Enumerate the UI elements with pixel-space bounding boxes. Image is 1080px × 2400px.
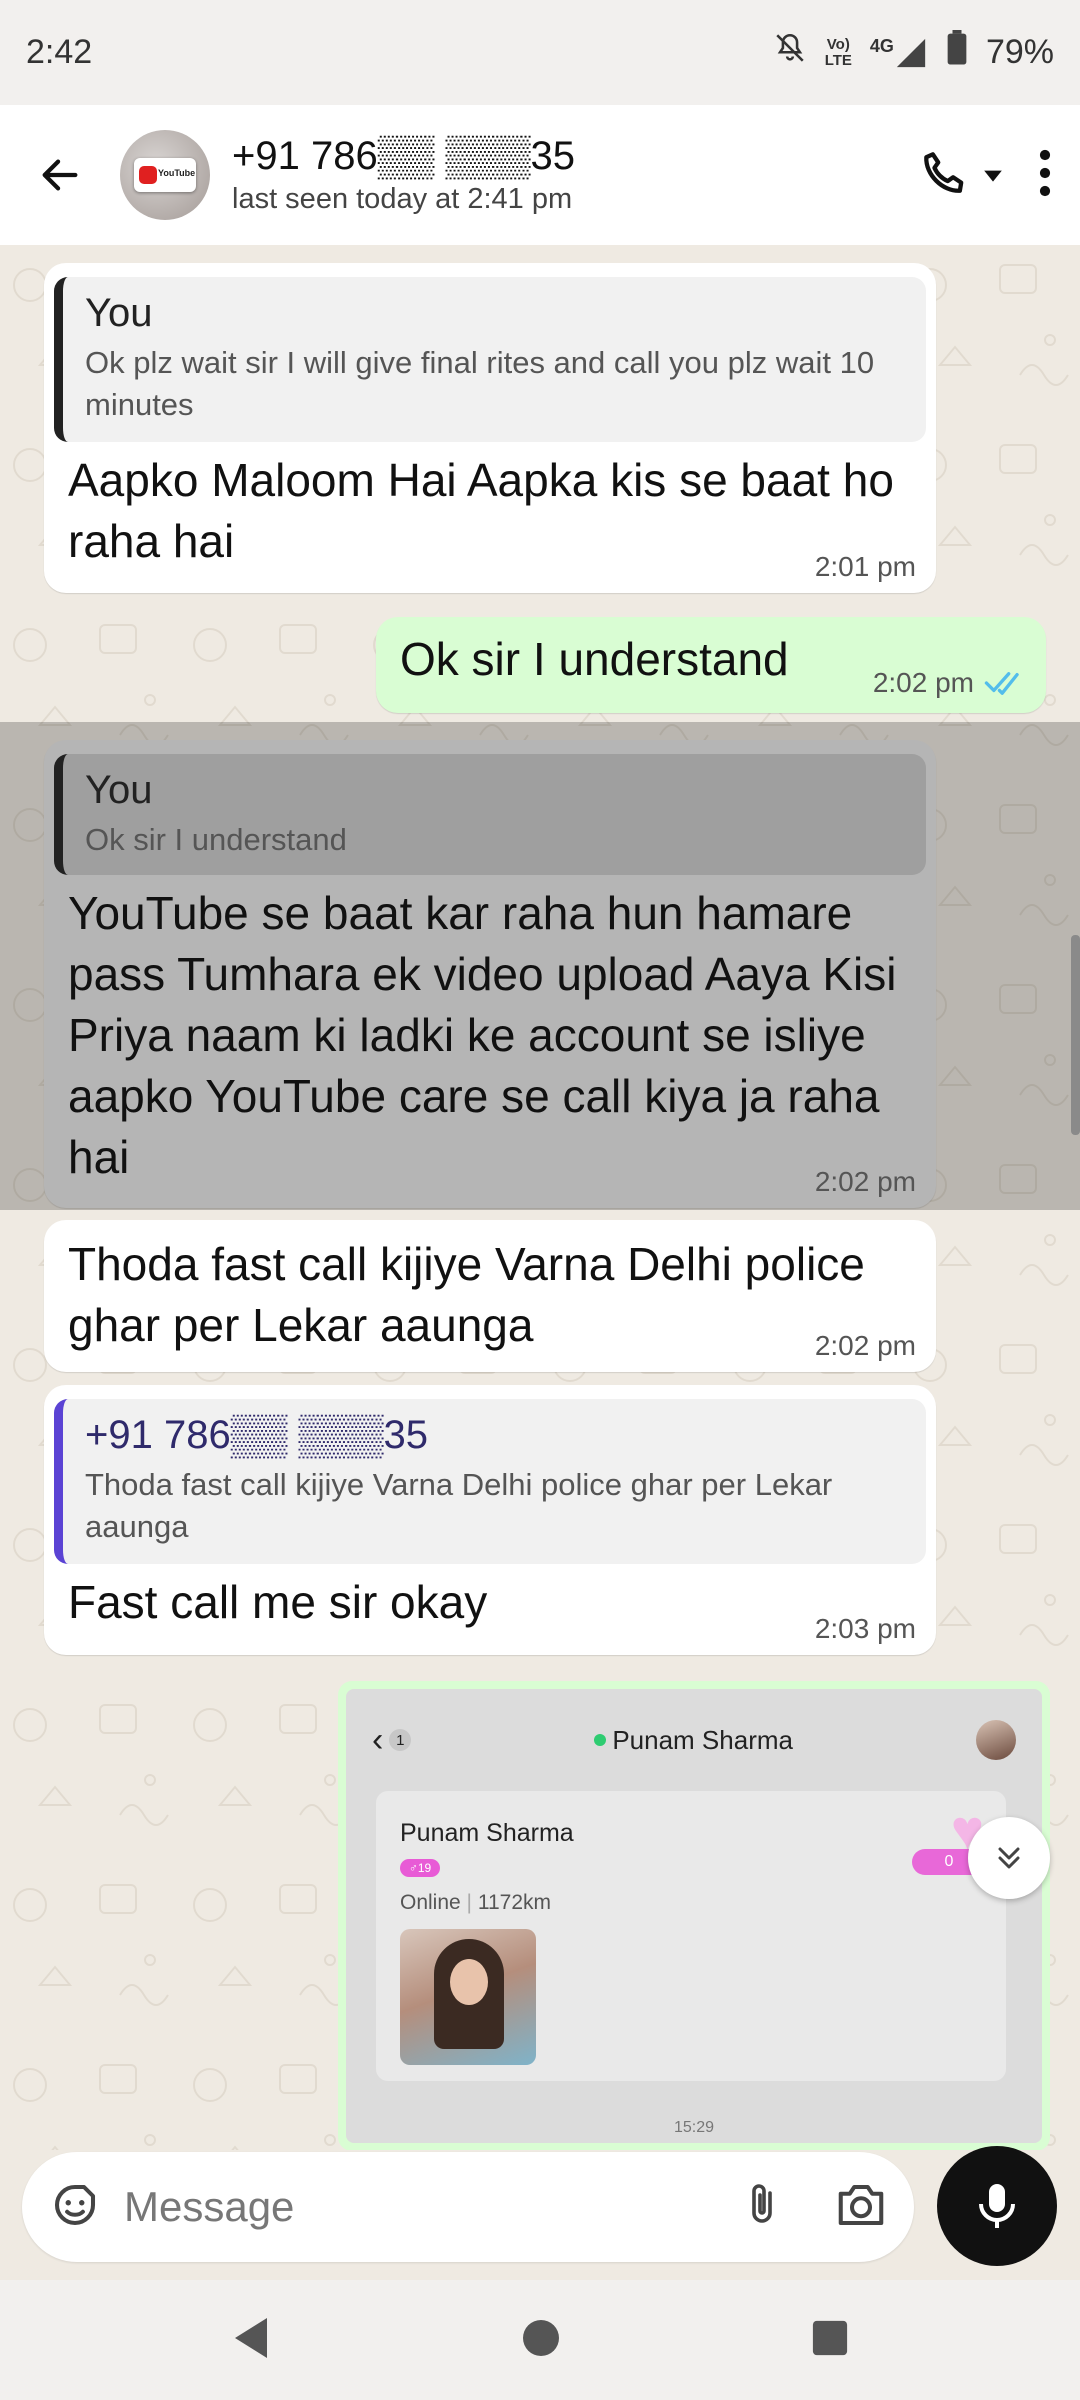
message-input[interactable]	[124, 2183, 644, 2231]
message-text: Aapko Maloom Hai Aapka kis se baat ho ra…	[68, 454, 894, 567]
profile-photo	[400, 1929, 536, 2065]
chevron-left-icon: ‹	[372, 1720, 384, 1759]
battery-level: 79%	[985, 33, 1054, 71]
profile-thumb	[975, 1720, 1016, 1760]
message-time: 2:02 pm	[872, 667, 974, 698]
reply-quote[interactable]: +91 786▒▒ ▒▒▒35 Thoda fast call kijiye V…	[54, 1399, 926, 1564]
status-icons: Vo) LTE 4G 79%	[773, 30, 1054, 75]
quote-text: Ok sir I understand	[85, 822, 347, 857]
read-ticks-icon	[984, 672, 1019, 695]
quote-author: You	[85, 768, 153, 812]
status-time: 2:42	[26, 33, 93, 71]
app-title: Punam Sharma	[594, 1725, 793, 1756]
message-composer	[22, 2152, 914, 2262]
camera-button[interactable]	[834, 2180, 888, 2235]
message-text: YouTube se baat kar raha hun hamare pass…	[68, 887, 897, 1183]
volte-indicator: Vo) LTE	[824, 35, 852, 69]
message-time: 2:02 pm	[814, 1330, 916, 1361]
online-dot-icon	[594, 1734, 607, 1746]
chat-header: +91 786▒▒ ▒▒▒35 last seen today at 2:41 …	[0, 105, 1080, 245]
quote-text: Thoda fast call kijiye Varna Delhi polic…	[85, 1467, 833, 1544]
quote-text: Ok plz wait sir I will give final rites …	[85, 345, 875, 422]
message-time: 2:03 pm	[814, 1613, 916, 1644]
nav-back-button[interactable]	[231, 2316, 271, 2365]
quote-author: You	[85, 291, 153, 335]
screenshot-image[interactable]: ‹ 1 Punam Sharma Punam Sharma ♂19 Online…	[346, 1689, 1042, 2143]
contact-info[interactable]: +91 786▒▒ ▒▒▒35 last seen today at 2:41 …	[232, 134, 575, 216]
image-timestamp: 15:29	[673, 2119, 715, 2136]
camera-icon	[838, 2184, 884, 2225]
contact-avatar[interactable]	[120, 130, 210, 220]
sticker-icon	[54, 2184, 96, 2225]
header-actions	[918, 148, 1080, 202]
image-message[interactable]: ‹ 1 Punam Sharma Punam Sharma ♂19 Online…	[338, 1681, 1050, 2150]
system-navigation-bar	[0, 2280, 1080, 2400]
incoming-message[interactable]: You Ok plz wait sir I will give final ri…	[44, 263, 936, 593]
signal-icon: 4G	[870, 36, 928, 70]
square-recents-icon	[812, 2320, 848, 2355]
incoming-message[interactable]: +91 786▒▒ ▒▒▒35 Thoda fast call kijiye V…	[44, 1385, 936, 1655]
scrollbar[interactable]	[1071, 935, 1080, 1135]
message-time: 2:02 pm	[814, 1166, 916, 1197]
age-badge: ♂19	[400, 1859, 440, 1877]
quote-author: +91 786▒▒ ▒▒▒35	[85, 1413, 429, 1457]
app-topbar: ‹ 1 Punam Sharma	[346, 1689, 1042, 1791]
mute-notifications-icon	[773, 31, 807, 74]
profile-name: Punam Sharma	[400, 1819, 574, 1847]
outgoing-message[interactable]: Ok sir I understand 2:02 pm	[376, 617, 1046, 713]
message-meta: 2:02 pm	[873, 667, 1026, 699]
reply-quote[interactable]: You Ok sir I understand	[54, 754, 926, 875]
incoming-message-selected[interactable]: You Ok sir I understand YouTube se baat …	[44, 740, 936, 1208]
more-options-button[interactable]	[1038, 149, 1052, 202]
chat-area[interactable]: You Ok plz wait sir I will give final ri…	[0, 245, 1080, 2150]
message-text: Thoda fast call kijiye Varna Delhi polic…	[68, 1238, 865, 1351]
back-count-badge: 1	[389, 1729, 412, 1751]
nav-home-button[interactable]	[521, 2318, 561, 2363]
sticker-emoji-button[interactable]	[48, 2178, 102, 2237]
incoming-message[interactable]: Thoda fast call kijiye Varna Delhi polic…	[44, 1220, 936, 1372]
arrow-left-icon	[42, 159, 78, 191]
reply-quote[interactable]: You Ok plz wait sir I will give final ri…	[54, 277, 926, 442]
paperclip-icon	[752, 2183, 772, 2223]
triangle-back-icon	[235, 2317, 267, 2358]
voice-message-button[interactable]	[937, 2146, 1057, 2266]
double-chevron-down-icon	[998, 1847, 1020, 1869]
status-bar: 2:42 Vo) LTE 4G 79%	[0, 0, 1080, 105]
battery-icon	[946, 30, 968, 75]
kebab-menu-icon	[1039, 149, 1051, 196]
last-seen: last seen today at 2:41 pm	[232, 183, 573, 215]
youtube-logo-icon	[134, 158, 196, 192]
nav-recents-button[interactable]	[811, 2319, 849, 2362]
voice-call-button[interactable]	[918, 148, 1004, 202]
message-text: Fast call me sir okay	[68, 1576, 488, 1628]
profile-card: Punam Sharma ♂19 Online | 1172km ♥ 0	[376, 1791, 1006, 2081]
network-type: 4G	[869, 35, 894, 56]
microphone-icon	[979, 2184, 1015, 2228]
message-time: 2:01 pm	[814, 551, 916, 582]
scroll-to-bottom-button[interactable]	[968, 1817, 1050, 1899]
attach-button[interactable]	[738, 2179, 786, 2236]
contact-name: +91 786▒▒ ▒▒▒35	[232, 134, 576, 178]
caret-down-icon	[984, 170, 1002, 182]
phone-icon	[924, 152, 964, 193]
online-status: Online | 1172km	[400, 1891, 551, 1914]
back-button[interactable]	[0, 105, 120, 245]
circle-home-icon	[523, 2319, 559, 2356]
